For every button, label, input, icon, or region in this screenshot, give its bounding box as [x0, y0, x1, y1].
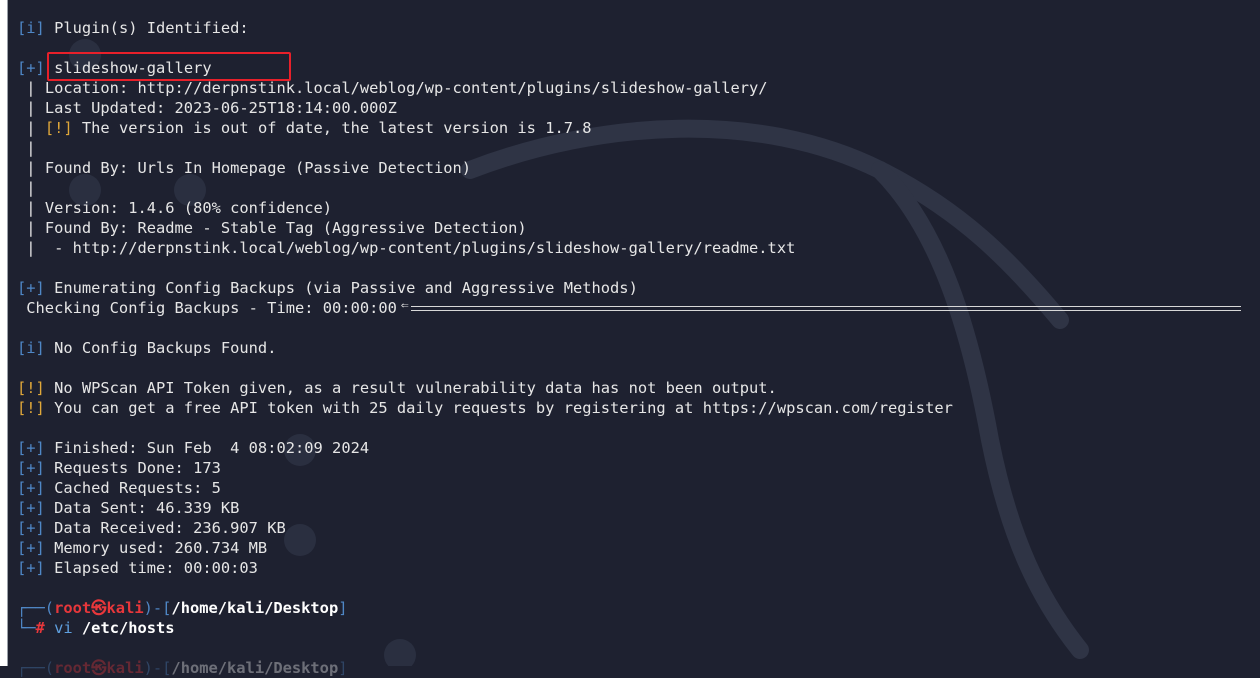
config-none-line: [i] No Config Backups Found.: [17, 339, 277, 357]
plugin-outdated-line: | [!] The version is out of date, the la…: [17, 119, 592, 137]
stat-line: [+] Memory used: 260.734 MB: [17, 539, 268, 557]
prompt-path: /home/kali/Desktop: [171, 599, 339, 617]
terminal-output[interactable]: [i] Plugin(s) Identified: [+] slideshow-…: [17, 18, 1260, 678]
pipe-line: |: [17, 179, 36, 197]
warning-line: [!] No WPScan API Token given, as a resu…: [17, 379, 777, 397]
plugins-header-line: [i] Plugin(s) Identified:: [17, 19, 249, 37]
progress-arrow: ⇐: [401, 298, 1241, 312]
stat-line: [+] Data Received: 236.907 KB: [17, 519, 286, 537]
stat-line: [+] Finished: Sun Feb 4 08:02:09 2024: [17, 439, 370, 457]
stat-line: [+] Cached Requests: 5: [17, 479, 221, 497]
warning-line: [!] You can get a free API token with 25…: [17, 399, 953, 417]
prompt-hash: #: [35, 619, 45, 637]
plugin-found-by-line: | Found By: Urls In Homepage (Passive De…: [17, 159, 472, 177]
prompt-line-partial: ┌──(root㉿kali)-[/home/kali/Desktop]: [17, 659, 348, 677]
prompt-user: root㉿kali: [54, 599, 144, 617]
stat-line: [+] Elapsed time: 00:00:03: [17, 559, 258, 577]
left-window-edge: [0, 0, 8, 666]
config-checking-line: Checking Config Backups - Time: 00:00:00…: [17, 298, 1260, 318]
command-name: vi: [44, 619, 73, 637]
command-line[interactable]: └─# vi /etc/hosts: [17, 618, 1260, 638]
plugin-readme-url-line: | - http://derpnstink.local/weblog/wp-co…: [17, 239, 796, 257]
warning-tag: [!]: [44, 119, 73, 137]
pipe-line: |: [17, 139, 36, 157]
plugin-location-line: | Location: http://derpnstink.local/webl…: [17, 79, 768, 97]
prompt-line: ┌──(root㉿kali)-[/home/kali/Desktop]: [17, 599, 348, 617]
plugin-highlight-box: [47, 52, 291, 81]
stat-line: [+] Data Sent: 46.339 KB: [17, 499, 240, 517]
plugin-version-line: | Version: 1.4.6 (80% confidence): [17, 199, 333, 217]
command-argument: /etc/hosts: [72, 619, 175, 637]
plugin-last-updated-line: | Last Updated: 2023-06-25T18:14:00.000Z: [17, 99, 397, 117]
info-tag: [i]: [17, 19, 45, 37]
stat-line: [+] Requests Done: 173: [17, 459, 221, 477]
config-enumerating-line: [+] Enumerating Config Backups (via Pass…: [17, 279, 638, 297]
plugin-found-by-readme-line: | Found By: Readme - Stable Tag (Aggress…: [17, 219, 527, 237]
